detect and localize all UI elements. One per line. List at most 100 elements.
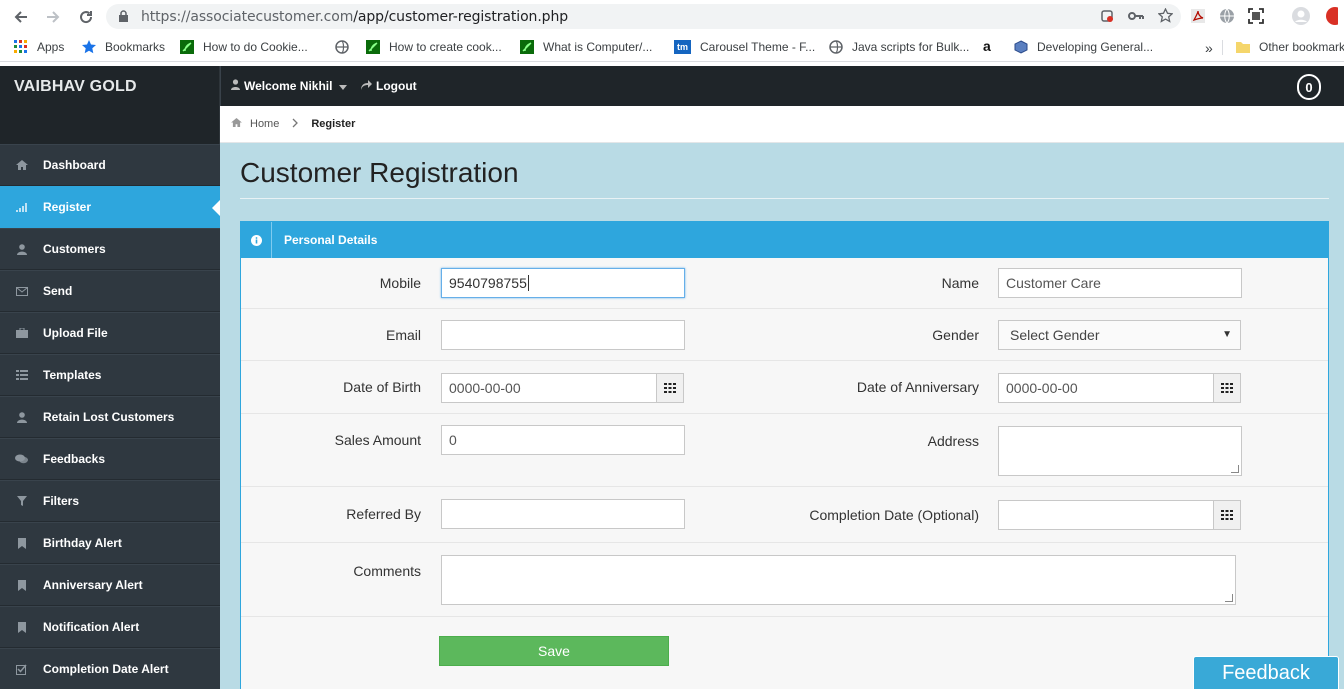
sidebar-item-register[interactable]: Register [0,186,220,228]
amazon-icon: a [983,38,991,54]
chevron-right-icon [292,118,299,131]
sidebar-item-retain-lost-customers[interactable]: Retain Lost Customers [0,396,220,438]
breadcrumb-home-link[interactable]: Home [250,118,279,130]
anniversary-input[interactable]: 0000-00-00 [998,373,1214,403]
personal-details-panel: Personal Details Mobile 9540798755 Name … [240,221,1329,689]
anniversary-calendar-button[interactable] [1213,373,1241,403]
lock-icon [118,10,129,26]
brand-title[interactable]: VAIBHAV GOLD [14,78,137,96]
calendar-grid-icon [1221,381,1233,396]
forward-icon[interactable] [42,6,64,28]
user-icon [0,243,43,255]
name-input[interactable]: Customer Care [998,268,1242,298]
green-leaf-icon [366,40,380,54]
home-icon [231,118,242,130]
back-icon[interactable] [10,6,32,28]
email-input[interactable] [441,320,685,350]
save-button[interactable]: Save [439,636,669,666]
completion-date-input[interactable] [998,500,1214,530]
bookmark-bookmarks[interactable]: Bookmarks [82,40,165,54]
bookmark-cookie-howto[interactable]: How to do Cookie... [180,40,308,54]
bookmark-icon [0,579,43,591]
brand-area: VAIBHAV GOLD [0,66,220,144]
notification-count-badge[interactable]: 0 [1297,74,1321,100]
form-row: Comments [241,543,1328,617]
bookmarks-overflow-button[interactable]: » [1205,40,1213,56]
bookmark-developing[interactable]: Developing General... [1014,40,1153,54]
bookmark-globe[interactable] [335,40,358,54]
form-row: Referred By Completion Date (Optional) [241,487,1328,543]
title-divider [240,198,1329,199]
sidebar-item-dashboard[interactable]: Dashboard [0,144,220,186]
sidebar-item-send[interactable]: Send [0,270,220,312]
dob-label: Date of Birth [343,379,421,395]
comments-icon [0,454,43,464]
globe-extension-icon[interactable] [1219,8,1235,27]
bookmarks-divider [1222,40,1223,55]
check-square-icon [0,664,43,675]
share-arrow-icon [360,79,372,93]
sidebar-item-birthday-alert[interactable]: Birthday Alert [0,522,220,564]
sidebar-item-anniversary-alert[interactable]: Anniversary Alert [0,564,220,606]
sidebar-item-upload-file[interactable]: Upload File [0,312,220,354]
form-row: Date of Birth 0000-00-00 Date of Anniver… [241,361,1328,414]
pdf-extension-icon[interactable] [1190,8,1206,27]
welcome-user-dropdown[interactable]: Welcome Nikhil [231,79,348,93]
tm-icon: tm [674,40,691,54]
gender-label: Gender [932,327,979,343]
address-textarea[interactable] [998,426,1242,476]
bookmark-amazon[interactable]: a [983,38,1006,54]
sidebar: Dashboard Register Customers Send Upload… [0,144,220,689]
dob-input[interactable]: 0000-00-00 [441,373,657,403]
update-icon[interactable] [1324,7,1344,28]
star-icon[interactable] [1157,7,1174,26]
bookmark-carousel[interactable]: tm Carousel Theme - F... [674,40,815,54]
key-icon[interactable] [1128,10,1144,25]
user-icon [231,79,240,93]
bookmark-create-cookie[interactable]: How to create cook... [366,40,502,54]
dob-calendar-button[interactable] [656,373,684,403]
sidebar-item-customers[interactable]: Customers [0,228,220,270]
bookmark-other[interactable]: Other bookmarks [1236,40,1344,54]
apps-grid-icon [14,40,28,54]
bookmark-java-scripts[interactable]: Java scripts for Bulk... [829,40,969,54]
calendar-grid-icon [664,381,676,396]
address-bar[interactable]: https://associatecustomer.com/app/custom… [106,4,1181,29]
sales-amount-input[interactable]: 0 [441,425,685,455]
comments-textarea[interactable] [441,555,1236,605]
cube-icon [1014,40,1028,54]
referred-by-input[interactable] [441,499,685,529]
resize-handle-icon[interactable] [1225,594,1233,602]
resize-handle-icon[interactable] [1231,465,1239,473]
feedback-tab-button[interactable]: Feedback [1193,656,1339,689]
url-text: https://associatecustomer.com/app/custom… [141,9,569,25]
sidebar-item-filters[interactable]: Filters [0,480,220,522]
user-icon [0,411,43,423]
reload-icon[interactable] [75,6,97,28]
bookmark-apps[interactable]: Apps [14,40,64,54]
mobile-label: Mobile [379,275,421,291]
info-icon [241,222,272,258]
bookmark-computer[interactable]: What is Computer/... [520,40,652,54]
completion-date-calendar-button[interactable] [1213,500,1241,530]
screenshot-extension-icon[interactable] [1248,8,1264,27]
mobile-input[interactable]: 9540798755 [441,268,685,298]
page-title: Customer Registration [240,157,519,188]
sidebar-item-feedbacks[interactable]: Feedbacks [0,438,220,480]
profile-avatar-icon[interactable] [1291,6,1311,29]
breadcrumb: Home Register [220,106,1344,143]
site-settings-icon[interactable] [1100,9,1114,26]
sidebar-item-completion-date-alert[interactable]: Completion Date Alert [0,648,220,689]
logout-link[interactable]: Logout [360,79,417,93]
bookmarks-bar: Apps Bookmarks How to do Cookie... How t… [0,33,1344,62]
sidebar-item-templates[interactable]: Templates [0,354,220,396]
sidebar-item-notification-alert[interactable]: Notification Alert [0,606,220,648]
main-content: Customer Registration Personal Details M… [220,143,1344,689]
address-label: Address [927,433,979,449]
grid-icon [0,370,43,380]
gender-select[interactable]: Select Gender ▼ [998,320,1241,350]
completion-date-label: Completion Date (Optional) [809,507,979,523]
globe-icon [829,40,843,54]
home-icon [0,160,43,170]
referred-by-label: Referred By [346,506,421,522]
